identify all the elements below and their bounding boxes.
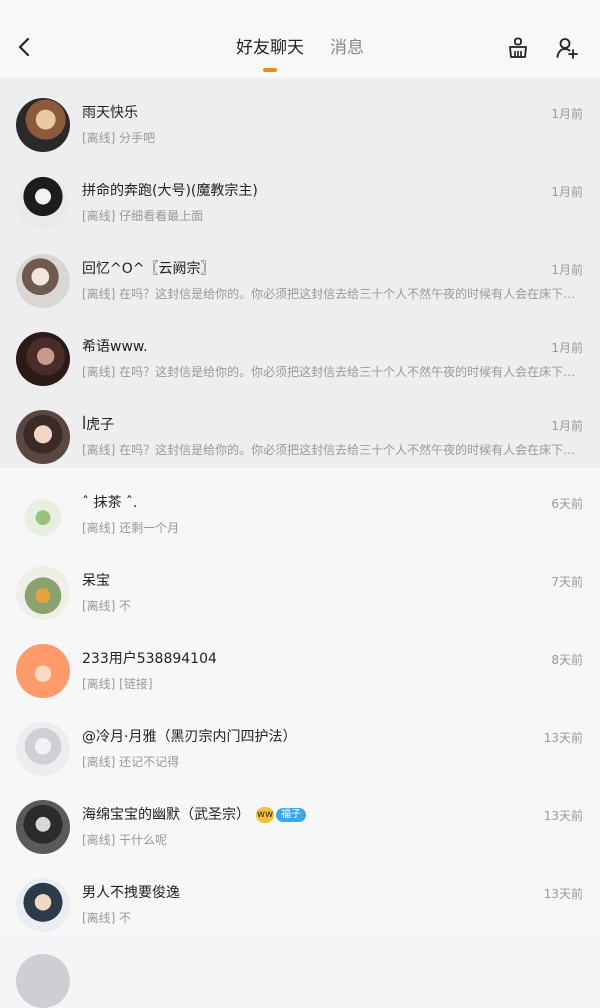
chat-row[interactable]: 男人不拽要俊逸 [离线] 不 13天前 <box>0 858 600 936</box>
chat-row[interactable]: 希语www. [离线] 在吗？这封信是给你的。你必须把这封信去给三十个人不然午夜的… <box>0 312 600 390</box>
chat-row[interactable]: 海绵宝宝的幽默（武圣宗） ww 福子 [离线] 干什么呢 13天前 <box>0 780 600 858</box>
last-message: [离线] 干什么呢 <box>82 833 168 847</box>
contact-name: 雨天快乐 <box>82 105 138 121</box>
last-message: [离线] 不 <box>82 911 132 925</box>
tab-friend-chat[interactable]: 好友聊天 <box>236 36 304 72</box>
tab-label: 好友聊天 <box>236 38 304 58</box>
tab-messages[interactable]: 消息 <box>330 36 364 66</box>
avatar[interactable] <box>16 954 70 1008</box>
badge-tag: 福子 <box>276 808 306 822</box>
message-time: 13天前 <box>543 731 583 745</box>
avatar[interactable] <box>16 644 70 698</box>
chat-row[interactable]: @冷月·月雅（黑刃宗内门四护法） [离线] 还记不记得 13天前 <box>0 702 600 780</box>
avatar[interactable] <box>16 254 70 308</box>
last-message: [离线] 还剩一个月 <box>82 521 180 535</box>
last-message: [离线] 在吗？这封信是给你的。你必须把这封信去给三十个人不然午夜的时候有人会在… <box>82 287 582 301</box>
chat-row[interactable]: 呆宝 [离线] 不 7天前 <box>0 546 600 624</box>
chat-list: 雨天快乐 [离线] 分手吧 1月前 拼命的奔跑(大号)(魔教宗主) [离线] 仔细看看最… <box>0 78 600 1008</box>
broom-icon[interactable] <box>504 34 532 62</box>
message-time: 13天前 <box>543 887 583 901</box>
last-message: [离线] 分手吧 <box>82 131 156 145</box>
avatar[interactable] <box>16 176 70 230</box>
contact-name: ꟾ虎子 <box>82 417 115 433</box>
chat-row[interactable]: ꟾ虎子 [离线] 在吗？这封信是给你的。你必须把这封信去给三十个人不然午夜的时候有… <box>0 390 600 468</box>
contact-name: 回忆^O^〖云阙宗〗 <box>82 261 215 277</box>
message-time: 8天前 <box>551 653 583 667</box>
chat-row[interactable]: 拼命的奔跑(大号)(魔教宗主) [离线] 仔细看看最上面 1月前 <box>0 156 600 234</box>
chat-row[interactable]: ˆ 抹茶 ˆ. [离线] 还剩一个月 6天前 <box>0 468 600 546</box>
contact-name: 海绵宝宝的幽默（武圣宗） <box>82 807 250 823</box>
contact-name: ˆ 抹茶 ˆ. <box>82 495 138 511</box>
badge-emoji-icon: ww <box>256 807 274 823</box>
avatar[interactable] <box>16 800 70 854</box>
avatar[interactable] <box>16 488 70 542</box>
last-message: [离线] 在吗？这封信是给你的。你必须把这封信去给三十个人不然午夜的时候有人会在… <box>82 443 582 457</box>
contact-name: 233用户538894104 <box>82 651 217 667</box>
message-time: 1月前 <box>551 263 583 277</box>
chat-row[interactable]: 233用户538894104 [离线] [链接] 8天前 <box>0 624 600 702</box>
last-message: [离线] 在吗？这封信是给你的。你必须把这封信去给三十个人不然午夜的时候有人会在… <box>82 365 582 379</box>
message-time: 1月前 <box>551 341 583 355</box>
message-time: 1月前 <box>551 107 583 121</box>
message-time: 6天前 <box>551 497 583 511</box>
avatar[interactable] <box>16 332 70 386</box>
contact-name: 呆宝 <box>82 573 110 589</box>
avatar[interactable] <box>16 722 70 776</box>
tab-label: 消息 <box>330 38 364 58</box>
message-time: 13天前 <box>543 809 583 823</box>
avatar[interactable] <box>16 878 70 932</box>
contact-name: 希语www. <box>82 339 148 355</box>
message-time: 7天前 <box>551 575 583 589</box>
user-badge: ww 福子 <box>256 807 306 823</box>
last-message: [离线] 还记不记得 <box>82 755 180 769</box>
avatar[interactable] <box>16 98 70 152</box>
contact-name: @冷月·月雅（黑刃宗内门四护法） <box>82 729 297 745</box>
contact-name: 男人不拽要俊逸 <box>82 885 180 901</box>
message-time: 1月前 <box>551 185 583 199</box>
chat-row[interactable]: 回忆^O^〖云阙宗〗 [离线] 在吗？这封信是给你的。你必须把这封信去给三十个人不… <box>0 234 600 312</box>
last-message: [离线] 不 <box>82 599 132 613</box>
avatar[interactable] <box>16 410 70 464</box>
contact-name: 拼命的奔跑(大号)(魔教宗主) <box>82 183 258 199</box>
add-user-icon[interactable] <box>553 34 581 62</box>
last-message: [离线] 仔细看看最上面 <box>82 209 204 223</box>
last-message: [离线] [链接] <box>82 677 153 691</box>
message-time: 1月前 <box>551 419 583 433</box>
avatar[interactable] <box>16 566 70 620</box>
active-tab-indicator <box>263 68 277 72</box>
top-bar: 好友聊天 消息 <box>0 0 600 78</box>
chat-row[interactable]: 雨天快乐 [离线] 分手吧 1月前 <box>0 78 600 156</box>
